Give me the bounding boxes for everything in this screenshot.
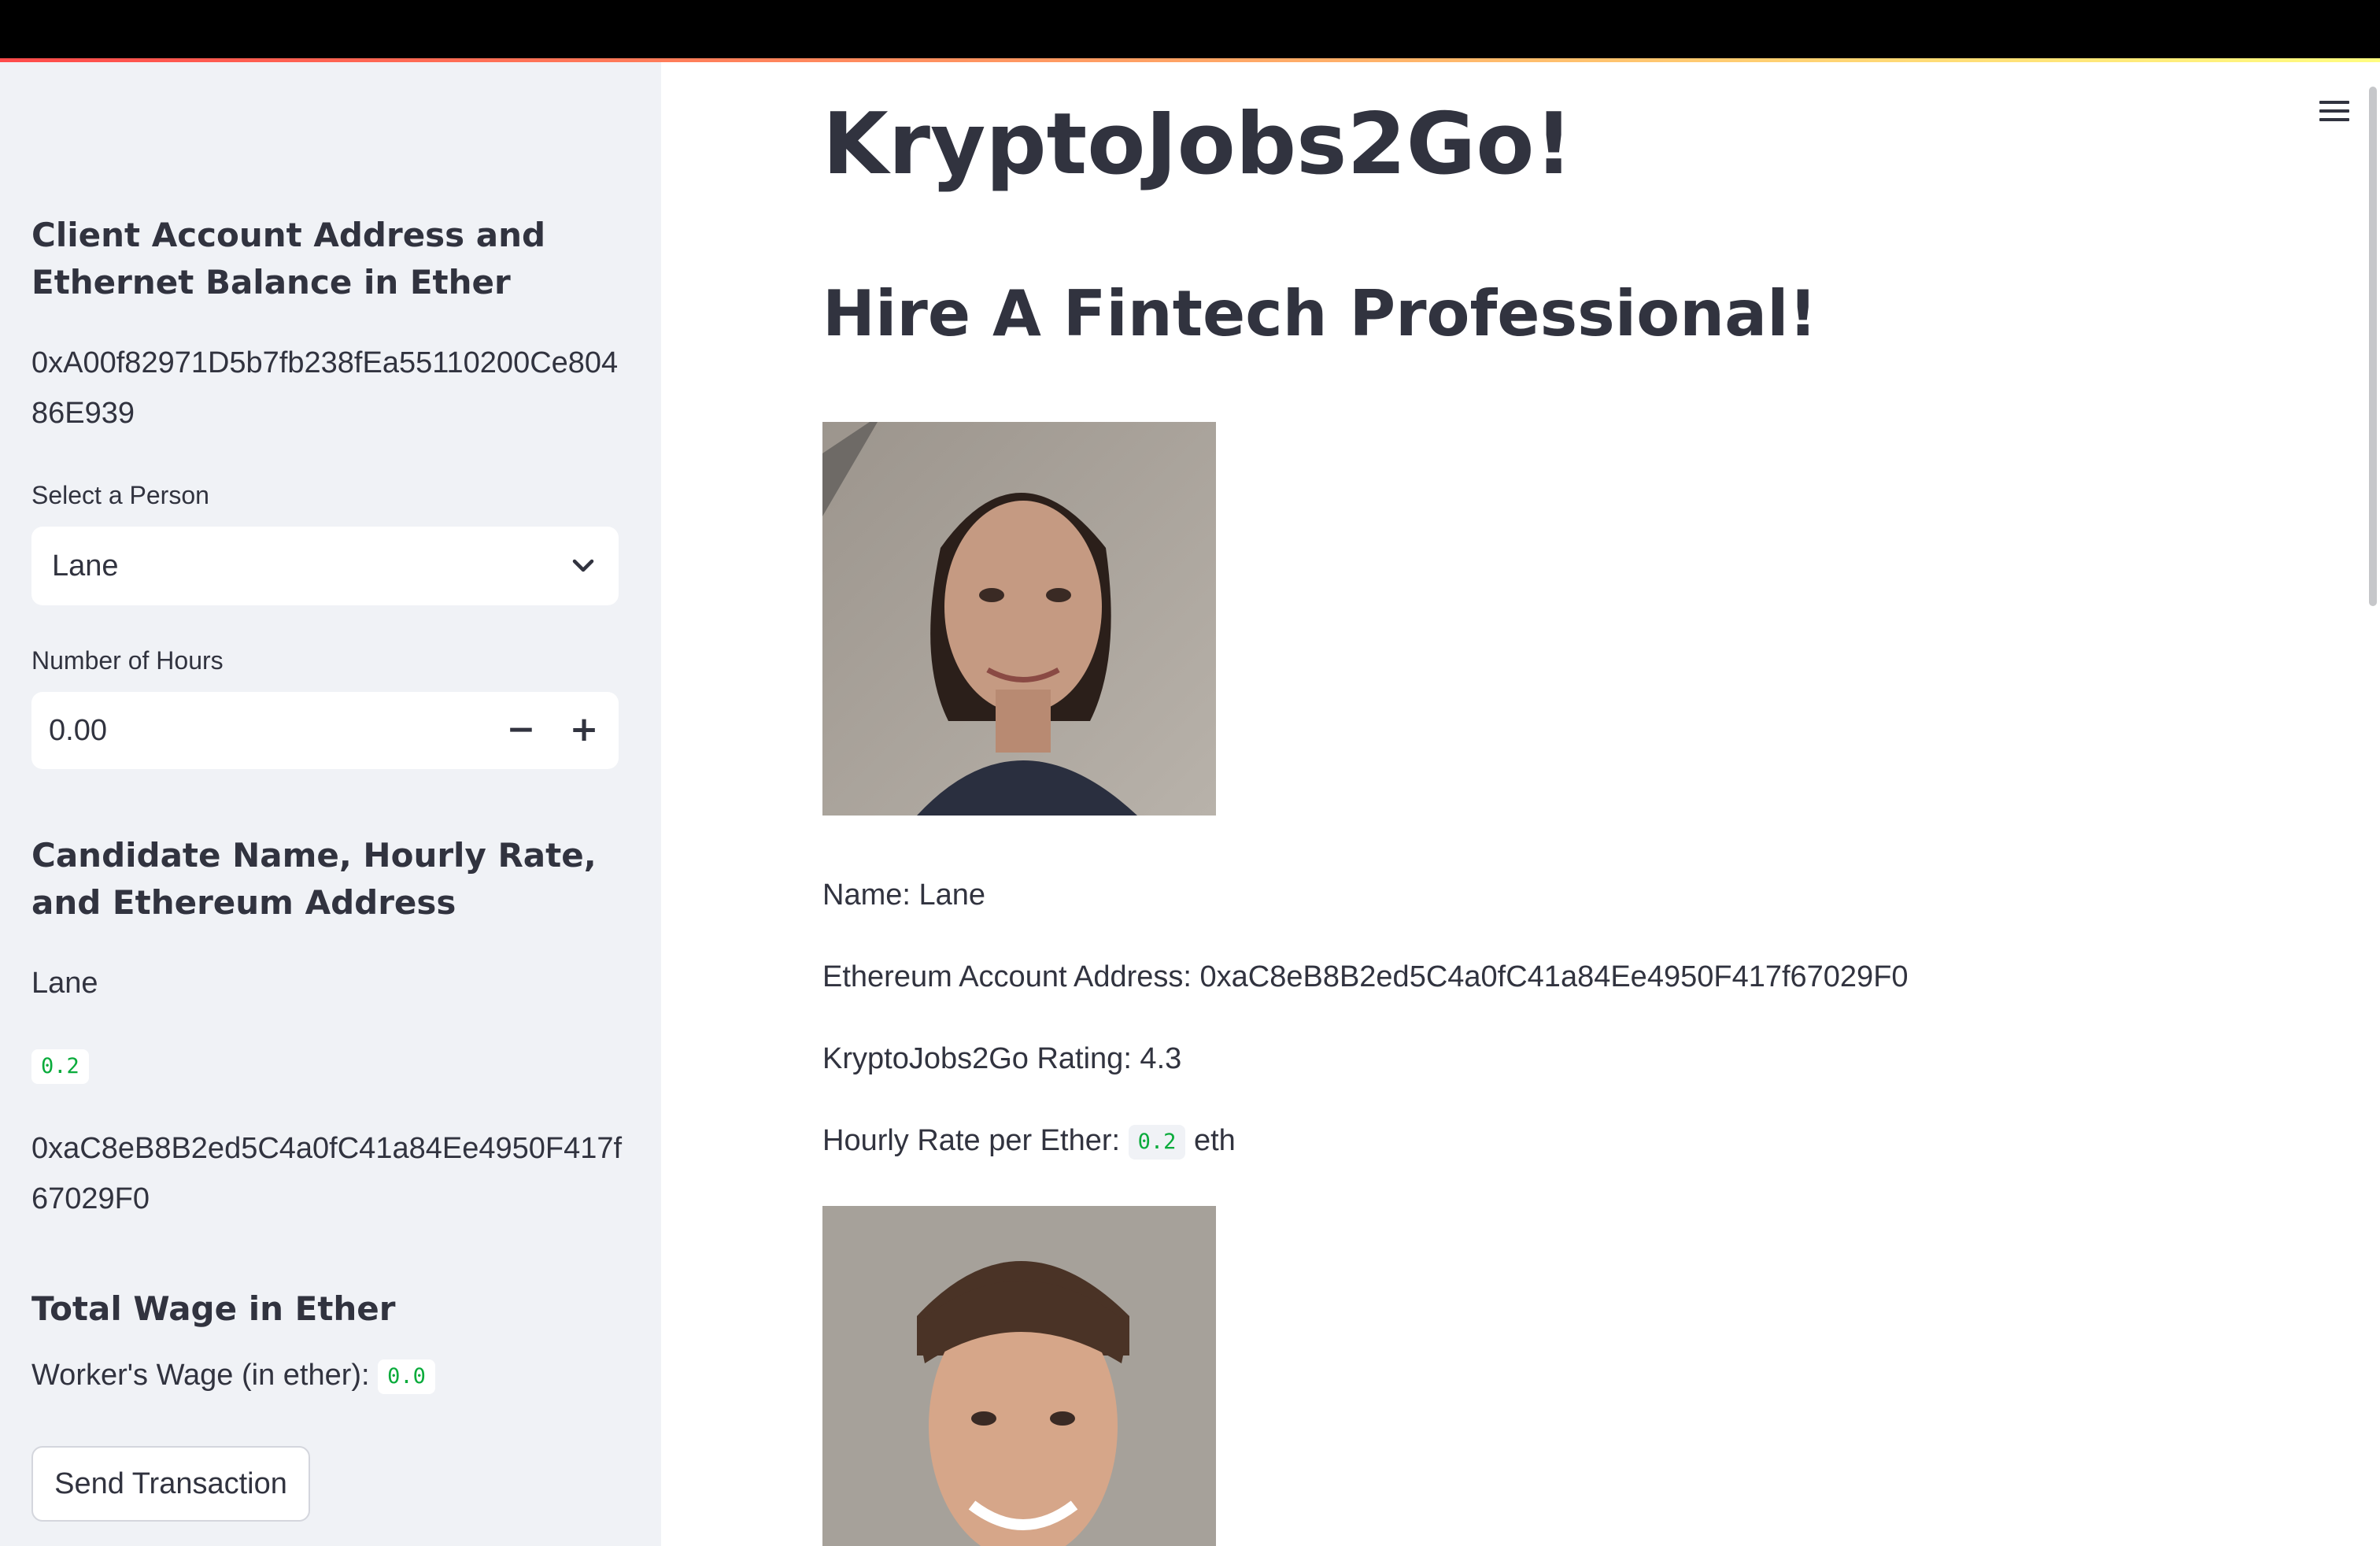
hamburger-menu-icon[interactable]: [2317, 94, 2352, 128]
main-content: KryptoJobs2Go! Hire A Fintech Profession…: [661, 62, 2380, 1546]
candidate-name: Lane: [31, 967, 98, 1000]
candidate-rate-line: Hourly Rate per Ether: 0.2 eth: [822, 1115, 1236, 1166]
chevron-down-icon: [572, 559, 594, 572]
rate-prefix: Hourly Rate per Ether:: [822, 1124, 1121, 1157]
select-person-label: Select a Person: [31, 481, 209, 509]
sidebar: Client Account Address and Ethernet Bala…: [0, 62, 661, 1546]
rate-value: 0.2: [1128, 1124, 1186, 1160]
wage-label: Worker's Wage (in ether):: [31, 1359, 370, 1392]
send-transaction-button[interactable]: Send Transaction: [31, 1446, 310, 1522]
select-person-value: Lane: [52, 549, 119, 583]
top-black-bar: [0, 0, 2380, 58]
decrement-button[interactable]: −: [490, 692, 552, 769]
hours-label: Number of Hours: [31, 646, 224, 675]
account-heading: Client Account Address and Ethernet Bala…: [31, 216, 546, 301]
select-person-dropdown[interactable]: Lane: [31, 527, 619, 605]
candidate-photo-2: [822, 1206, 1216, 1546]
wage-heading: Total Wage in Ether: [31, 1289, 396, 1328]
candidate-address: 0xaC8eB8B2ed5C4a0fC41a84Ee4950F417f67029…: [31, 1132, 623, 1215]
wage-line: Worker's Wage (in ether): 0.0: [31, 1350, 630, 1400]
candidate-rating-line: KryptoJobs2Go Rating: 4.3: [822, 1042, 1182, 1075]
wage-value: 0.0: [378, 1359, 435, 1394]
candidate-photo: [822, 422, 1216, 816]
page-subtitle: Hire A Fintech Professional!: [822, 277, 1818, 350]
account-address: 0xA00f82971D5b7fb238fEa55110200Ce80486E9…: [31, 346, 619, 430]
rate-suffix: eth: [1193, 1124, 1236, 1157]
candidate-heading: Candidate Name, Hourly Rate, and Ethereu…: [31, 836, 597, 922]
scrollbar[interactable]: [2369, 87, 2377, 606]
candidate-name-line: Name: Lane: [822, 878, 986, 912]
candidate-address-line: Ethereum Account Address: 0xaC8eB8B2ed5C…: [822, 960, 1909, 993]
page-title: KryptoJobs2Go!: [822, 95, 1573, 194]
increment-button[interactable]: +: [552, 692, 615, 769]
hours-stepper: 0.00 − +: [31, 692, 619, 769]
candidate-rate: 0.2: [31, 1049, 89, 1084]
hours-input[interactable]: 0.00: [49, 692, 107, 769]
candidate-rate-wrapper: 0.2: [31, 1049, 89, 1084]
